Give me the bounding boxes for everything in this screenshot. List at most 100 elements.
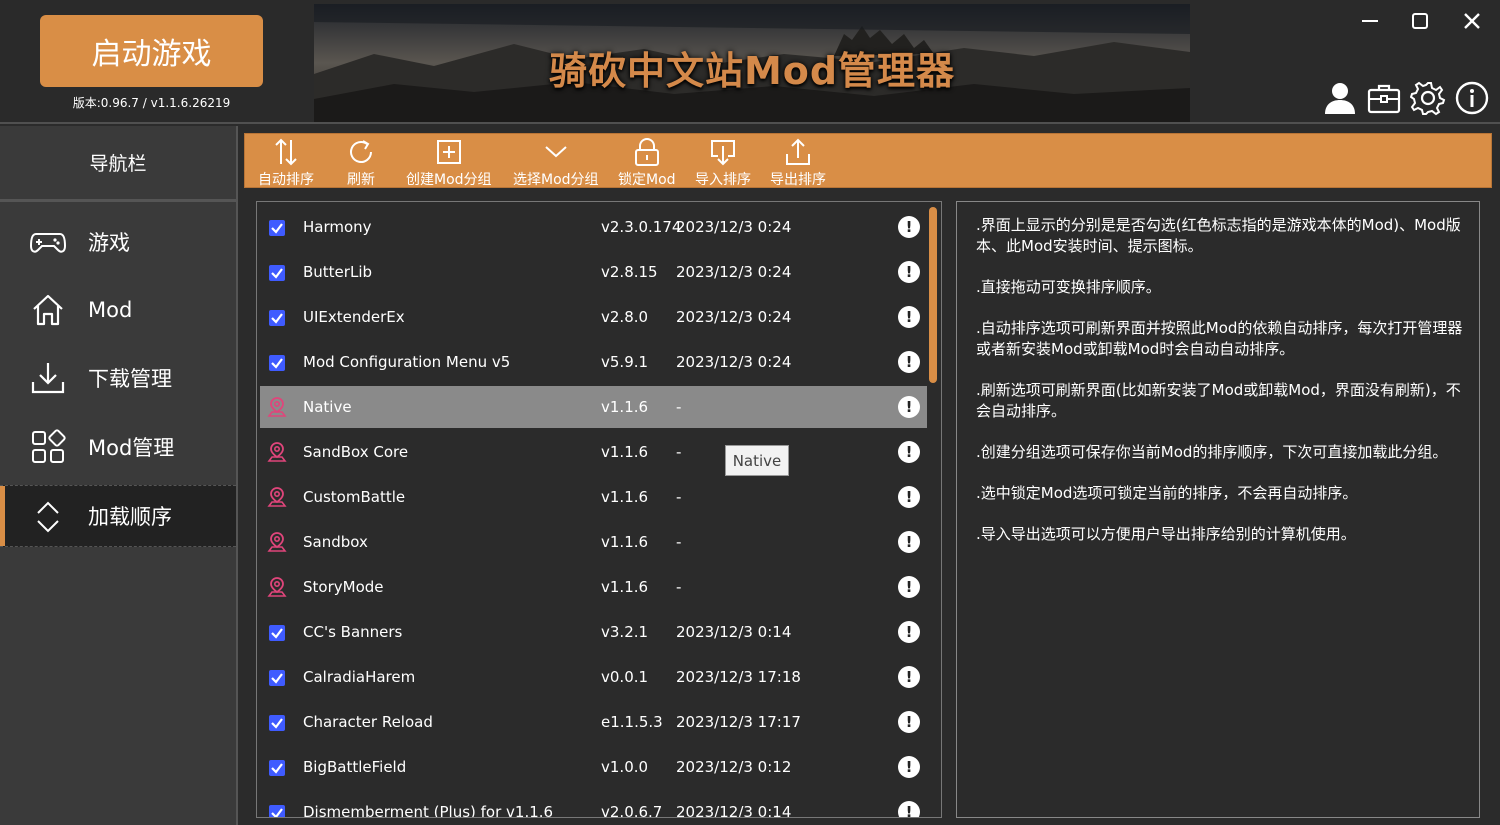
mod-row[interactable]: CalradiaHarem v0.0.1 2023/12/3 17:18! (260, 656, 927, 698)
mod-checkbox[interactable] (269, 625, 285, 641)
mod-install-date: - (676, 443, 682, 461)
select-group-button[interactable]: 选择Mod分组 (513, 134, 599, 189)
mod-info-icon[interactable]: ! (898, 441, 920, 463)
mod-version: v2.8.0 (601, 308, 649, 326)
mod-info-icon[interactable]: ! (898, 306, 920, 328)
mod-row[interactable]: CC's Banners v3.2.1 2023/12/3 0:14! (260, 611, 927, 653)
toolbar-button-label: 自动排序 (258, 172, 314, 188)
mod-checkbox[interactable] (269, 670, 285, 686)
sidebar-item-load-order[interactable]: 加载顺序 (0, 485, 236, 547)
official-mod-marker-icon (267, 487, 287, 507)
sidebar-item-mod-manager[interactable]: Mod管理 (0, 416, 236, 478)
info-icon[interactable] (1454, 80, 1490, 116)
mod-checkbox[interactable] (269, 805, 285, 817)
version-label: 版本:0.96.7 / v1.1.6.26219 (72, 96, 231, 110)
close-icon[interactable] (1452, 6, 1492, 36)
mod-install-date: 2023/12/3 0:12 (676, 758, 792, 776)
mod-row[interactable]: StoryMode v1.1.6 -! (260, 566, 927, 608)
mod-info-icon[interactable]: ! (898, 576, 920, 598)
minimize-icon[interactable] (1350, 6, 1390, 36)
scrollbar[interactable] (927, 205, 939, 815)
mod-version: v3.2.1 (601, 623, 649, 641)
sidebar-item-mod[interactable]: Mod (0, 279, 236, 341)
download-icon (31, 363, 65, 394)
grid-icon (32, 429, 66, 463)
mod-row[interactable]: Native v1.1.6 -! (260, 386, 927, 428)
mod-info-icon[interactable]: ! (898, 396, 920, 418)
mod-row[interactable]: Sandbox v1.1.6 -! (260, 521, 927, 563)
sidebar-item-label: 下载管理 (88, 367, 172, 391)
official-mod-marker-icon (267, 532, 287, 552)
mod-row[interactable]: SandBox Core v1.1.6 -! (260, 431, 927, 473)
mod-name: CC's Banners (303, 623, 403, 641)
gear-icon[interactable] (1410, 80, 1446, 116)
mod-info-icon[interactable]: ! (898, 666, 920, 688)
mod-version: v1.1.6 (601, 578, 649, 596)
mod-row[interactable]: BigBattleField v1.0.0 2023/12/3 0:12! (260, 746, 927, 788)
mod-info-icon[interactable]: ! (898, 531, 920, 553)
mod-name: Character Reload (303, 713, 433, 731)
mod-row[interactable]: Harmony v2.3.0.174 2023/12/3 0:24! (260, 206, 927, 248)
mod-row[interactable]: ButterLib v2.8.15 2023/12/3 0:24! (260, 251, 927, 293)
official-mod-marker-icon (267, 442, 287, 462)
auto-sort-button[interactable]: 自动排序 (258, 134, 314, 189)
launch-game-button[interactable]: 启动游戏 (40, 15, 263, 87)
mod-name: ButterLib (303, 263, 373, 281)
mod-name: Dismemberment (Plus) for v1.1.6 (303, 803, 554, 818)
official-mod-marker-icon (267, 397, 287, 417)
toolbox-icon[interactable] (1366, 80, 1402, 116)
banner-title: 骑砍中文站Mod管理器 (548, 49, 956, 93)
help-text: .导入导出选项可以方便用户导出排序给别的计算机使用。 (976, 525, 1356, 543)
help-text: .选中锁定Mod选项可锁定当前的排序，不会再自动排序。 (976, 484, 1358, 502)
create-group-button[interactable]: 创建Mod分组 (406, 134, 492, 189)
mod-name: Mod Configuration Menu v5 (303, 353, 511, 371)
mod-install-date: 2023/12/3 0:14 (676, 803, 792, 818)
mod-info-icon[interactable]: ! (898, 351, 920, 373)
refresh-icon (350, 140, 372, 163)
toolbar: 自动排序 刷新 创建Mod分组 选择Mod分组 锁定Mod 导入排序 导出排序 (244, 133, 1492, 188)
mod-checkbox[interactable] (269, 310, 285, 326)
banner-image: 骑砍中文站Mod管理器 (314, 4, 1190, 122)
mod-checkbox[interactable] (269, 265, 285, 281)
lock-mod-button[interactable]: 锁定Mod (618, 134, 676, 189)
mod-info-icon[interactable]: ! (898, 261, 920, 283)
mod-checkbox[interactable] (269, 220, 285, 236)
help-text: .自动排序选项可刷新界面并按照此Mod的依赖自动排序，每次打开管理器或者新安装M… (976, 319, 1463, 358)
import-order-button[interactable]: 导入排序 (695, 134, 751, 189)
maximize-icon[interactable] (1400, 6, 1440, 36)
scrollbar-thumb[interactable] (929, 207, 937, 383)
mod-version: v2.3.0.174 (601, 218, 682, 236)
mod-row[interactable]: Dismemberment (Plus) for v1.1.6 v2.0.6.7 2… (260, 791, 927, 818)
sidebar-item-game[interactable]: 游戏 (0, 211, 236, 273)
export-order-button[interactable]: 导出排序 (770, 134, 826, 189)
mod-row[interactable]: Character Reload e1.1.5.3 2023/12/3 17:17! (260, 701, 927, 743)
mod-checkbox[interactable] (269, 355, 285, 371)
help-text: .刷新选项可刷新界面(比如新安装了Mod或卸载Mod，界面没有刷新)，不会自动排… (976, 381, 1461, 420)
sidebar-item-downloads[interactable]: 下载管理 (0, 347, 236, 409)
mod-install-date: 2023/12/3 0:14 (676, 623, 792, 641)
mod-info-icon[interactable]: ! (898, 216, 920, 238)
import-icon (711, 140, 735, 166)
mod-install-date: 2023/12/3 0:24 (676, 218, 792, 236)
mod-row[interactable]: CustomBattle v1.1.6 -! (260, 476, 927, 518)
sort-icon (37, 501, 59, 533)
mod-row[interactable]: UIExtenderEx v2.8.0 2023/12/3 0:24! (260, 296, 927, 338)
sidebar-item-label: Mod管理 (88, 436, 175, 460)
help-panel: .界面上显示的分别是是否勾选(红色标志指的是游戏本体的Mod)、Mod版本、此M… (956, 201, 1480, 818)
mod-row[interactable]: Mod Configuration Menu v5 v5.9.1 2023/12/3… (260, 341, 927, 383)
mod-info-icon[interactable]: ! (898, 801, 920, 817)
mod-version: v2.8.15 (601, 263, 658, 281)
mod-list[interactable]: Harmony v2.3.0.174 2023/12/3 0:24! ButterLi… (256, 201, 942, 818)
export-icon (786, 138, 810, 165)
mod-install-date: 2023/12/3 17:17 (676, 713, 801, 731)
refresh-button[interactable]: 刷新 (346, 134, 376, 189)
toolbar-button-label: 选择Mod分组 (513, 172, 599, 188)
mod-info-icon[interactable]: ! (898, 711, 920, 733)
mod-checkbox[interactable] (269, 760, 285, 776)
mod-info-icon[interactable]: ! (898, 621, 920, 643)
user-icon[interactable] (1322, 80, 1358, 116)
mod-info-icon[interactable]: ! (898, 756, 920, 778)
auto-sort-icon (275, 138, 297, 166)
mod-info-icon[interactable]: ! (898, 486, 920, 508)
mod-checkbox[interactable] (269, 715, 285, 731)
